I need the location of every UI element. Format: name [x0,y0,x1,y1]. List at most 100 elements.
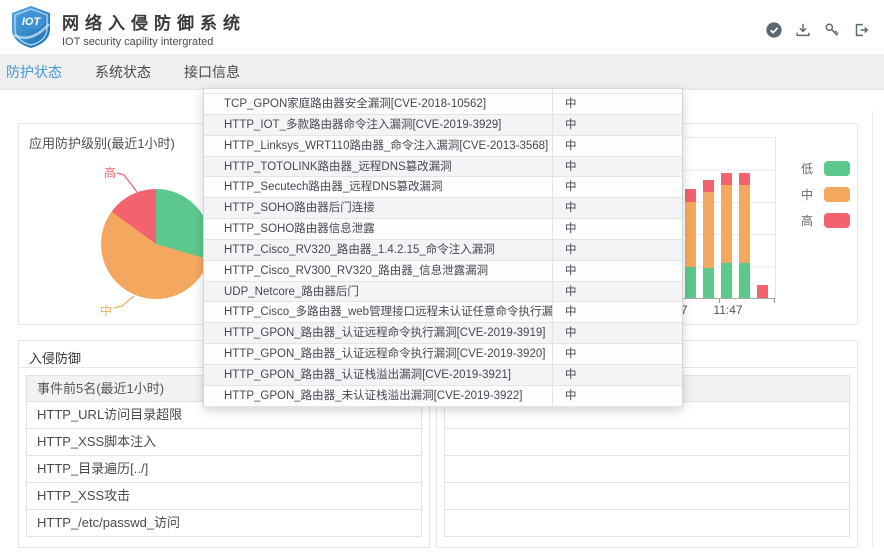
bar-segment-mid [703,192,714,268]
legend-label: 中 [801,186,817,203]
x-axis-tick [774,299,775,303]
stacked-bar [739,173,750,298]
legend-item[interactable]: 中 [801,186,850,203]
vulnerability-severity: 中 [553,365,682,385]
vulnerability-name: HTTP_SOHO路由器信息泄露 [204,219,553,239]
logout-icon[interactable] [852,21,870,39]
vulnerability-name: HTTP_Cisco_RV300_RV320_路由器_信息泄露漏洞 [204,261,553,281]
vulnerability-row[interactable]: HTTP_Cisco_多路由器_web管理接口远程未认证任意命令执行漏洞[CVE… [204,302,682,323]
stacked-bar [703,180,714,298]
bar-chart-bars [685,173,768,298]
nav-tab[interactable]: 防护状态 [6,62,62,82]
vulnerability-row[interactable]: HTTP_TOTOLINK路由器_远程DNS篡改漏洞 中 [204,157,682,178]
bar-segment-high [739,173,750,185]
bar-segment-low [721,263,732,298]
vulnerability-name: HTTP_GPON_路由器_认证栈溢出漏洞[CVE-2019-3921] [204,365,553,385]
vulnerability-name: HTTP_TOTOLINK路由器_远程DNS篡改漏洞 [204,157,553,177]
x-axis-label: 11:47 [711,303,745,317]
vulnerability-name: HTTP_Cisco_多路由器_web管理接口远程未认证任意命令执行漏洞[CVE… [204,302,553,322]
key-icon[interactable] [823,21,841,39]
download-icon[interactable] [794,21,812,39]
vulnerability-severity: 中 [553,136,682,156]
stacked-bar [757,285,768,298]
table-body [444,402,850,537]
vulnerability-name: UDP_Netcore_路由器后门 [204,282,553,302]
vulnerability-severity: 中 [553,157,682,177]
bar-chart-legend: 低 中 高 [801,160,850,238]
vulnerability-row[interactable]: UDP_Netcore_路由器后门 中 [204,282,682,303]
legend-label: 低 [801,160,817,177]
app-header: IOT 网络入侵防御系统 IOT security capility inter… [0,0,884,54]
stacked-bar [685,189,696,298]
app-title-block: 网络入侵防御系统 IOT security capility intergrat… [62,9,246,48]
vulnerability-name: TCP_GPON家庭路由器安全漏洞[CVE-2018-10562] [204,94,553,114]
vulnerability-row[interactable]: HTTP_GPON_路由器_认证栈溢出漏洞[CVE-2019-3921] 中 [204,365,682,386]
bar-segment-low [685,267,696,298]
pie-chart [101,189,211,299]
bar-segment-low [739,263,750,298]
vulnerability-name: HTTP_IOT_多款路由器命令注入漏洞[CVE-2019-3929] [204,115,553,135]
pie-label-mid: 中 [100,302,112,319]
bar-segment-low [703,268,714,298]
table-body: HTTP_URL访问目录超限 HTTP_XSS脚本注入 HTTP_目录遍历[..… [26,402,422,537]
content-right-border [872,110,873,548]
legend-swatch-icon [824,187,850,202]
vulnerability-dropdown: TCP_GPON家庭路由器安全漏洞[CVE-2018-10562] 中 HTTP… [203,88,683,407]
vulnerability-name: HTTP_Secutech路由器_远程DNS篡改漏洞 [204,177,553,197]
vulnerability-row[interactable]: HTTP_Secutech路由器_远程DNS篡改漏洞 中 [204,177,682,198]
vulnerability-row[interactable]: HTTP_GPON_路由器_未认证栈溢出漏洞[CVE-2019-3922] 中 [204,386,682,407]
bar-segment-mid [685,202,696,267]
nav-tab[interactable]: 接口信息 [184,62,240,82]
svg-text:IOT: IOT [22,16,42,28]
event-row: HTTP_/etc/passwd_访问 [26,510,422,537]
app-subtitle: IOT security capility intergrated [62,36,246,48]
legend-item[interactable]: 低 [801,160,850,177]
pie-chart-title: 应用防护级别(最近1小时) [29,133,175,152]
dropdown-rows: TCP_GPON家庭路由器安全漏洞[CVE-2018-10562] 中 HTTP… [204,94,682,407]
legend-swatch-icon [824,161,850,176]
event-row-empty [444,483,850,510]
vulnerability-row[interactable]: HTTP_GPON_路由器_认证远程命令执行漏洞[CVE-2019-3919] … [204,323,682,344]
event-row-empty [444,510,850,537]
vulnerability-name: HTTP_GPON_路由器_未认证栈溢出漏洞[CVE-2019-3922] [204,386,553,406]
event-row: HTTP_目录遍历[../] [26,456,422,483]
vulnerability-severity: 中 [553,323,682,343]
vulnerability-row[interactable]: HTTP_Linksys_WRT110路由器_命令注入漏洞[CVE-2013-3… [204,136,682,157]
main-nav: 防护状态 系统状态 接口信息 [0,54,884,90]
legend-label: 高 [801,212,817,229]
event-row: HTTP_XSS脚本注入 [26,429,422,456]
nav-tab[interactable]: 系统状态 [95,62,151,82]
vulnerability-name: HTTP_Cisco_RV320_路由器_1.4.2.15_命令注入漏洞 [204,240,553,260]
legend-item[interactable]: 高 [801,212,850,229]
vulnerability-severity: 中 [553,198,682,218]
vulnerability-name: HTTP_Linksys_WRT110路由器_命令注入漏洞[CVE-2013-3… [204,136,553,156]
vulnerability-name: HTTP_SOHO路由器后门连接 [204,198,553,218]
vulnerability-name: HTTP_GPON_路由器_认证远程命令执行漏洞[CVE-2019-3919] [204,323,553,343]
bar-segment-high [703,180,714,192]
dashboard-content: 应用防护级别(最近1小时) 高 中 11:37 11:47 低 [0,90,884,555]
vulnerability-row[interactable]: HTTP_SOHO路由器信息泄露 中 [204,219,682,240]
vulnerability-row[interactable]: HTTP_IOT_多款路由器命令注入漏洞[CVE-2019-3929] 中 [204,115,682,136]
vulnerability-severity: 中 [553,115,682,135]
bar-segment-mid [721,185,732,263]
vulnerability-name: HTTP_GPON_路由器_认证远程命令执行漏洞[CVE-2019-3920] [204,344,553,364]
panel-title: 入侵防御 [29,348,81,367]
vulnerability-severity: 中 [553,219,682,239]
vulnerability-severity: 中 [553,282,682,302]
vulnerability-row[interactable]: HTTP_GPON_路由器_认证远程命令执行漏洞[CVE-2019-3920] … [204,344,682,365]
vulnerability-row[interactable]: TCP_GPON家庭路由器安全漏洞[CVE-2018-10562] 中 [204,94,682,115]
stacked-bar [721,173,732,298]
vulnerability-severity: 中 [553,261,682,281]
vulnerability-row[interactable]: HTTP_Cisco_RV320_路由器_1.4.2.15_命令注入漏洞 中 [204,240,682,261]
vulnerability-row[interactable]: HTTP_Cisco_RV300_RV320_路由器_信息泄露漏洞 中 [204,261,682,282]
vulnerability-severity: 中 [553,177,682,197]
vulnerability-row[interactable]: HTTP_SOHO路由器后门连接 中 [204,198,682,219]
vulnerability-severity: 中 [553,386,682,406]
check-circle-icon[interactable] [765,21,783,39]
bar-segment-high [721,173,732,185]
event-row-empty [444,429,850,456]
header-actions [765,21,870,39]
bar-segment-high [757,285,768,298]
iot-logo-icon: IOT [8,4,54,50]
vulnerability-severity: 中 [553,94,682,114]
